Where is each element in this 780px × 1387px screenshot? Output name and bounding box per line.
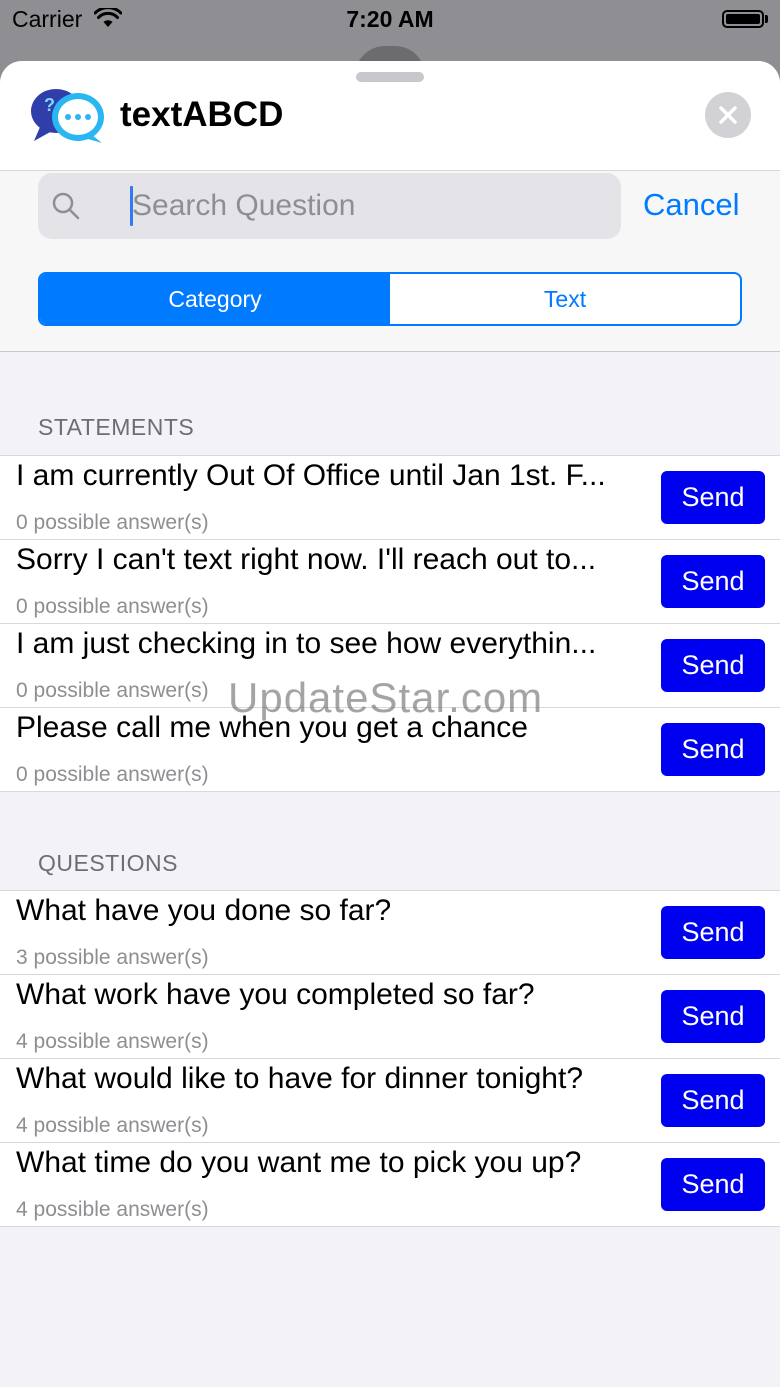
item-title: I am currently Out Of Office until Jan 1… <box>16 459 606 492</box>
list-item[interactable]: What have you done so far? 3 possible an… <box>0 891 780 975</box>
item-answer-count: 4 possible answer(s) <box>16 1198 209 1221</box>
item-title: I am just checking in to see how everyth… <box>16 627 597 660</box>
statements-list: I am currently Out Of Office until Jan 1… <box>0 455 780 792</box>
item-answer-count: 0 possible answer(s) <box>16 511 209 534</box>
search-icon <box>52 192 80 220</box>
questions-list: What have you done so far? 3 possible an… <box>0 890 780 1227</box>
cancel-button[interactable]: Cancel <box>643 187 740 223</box>
segmented-control: Category Text <box>38 272 742 326</box>
search-placeholder: Search Question <box>132 189 356 222</box>
item-answer-count: 3 possible answer(s) <box>16 946 209 969</box>
send-button[interactable]: Send <box>661 639 765 692</box>
item-answer-count: 0 possible answer(s) <box>16 763 209 786</box>
send-button[interactable]: Send <box>661 990 765 1043</box>
status-bar: Carrier 7:20 AM <box>0 0 780 40</box>
send-button[interactable]: Send <box>661 723 765 776</box>
battery-tip <box>765 15 768 23</box>
app-title: textABCD <box>120 95 284 134</box>
send-button[interactable]: Send <box>661 555 765 608</box>
search-area: Search Question Cancel Category Text <box>0 171 780 352</box>
segment-text[interactable]: Text <box>390 274 740 324</box>
close-button[interactable] <box>705 92 751 138</box>
item-title: Sorry I can't text right now. I'll reach… <box>16 543 597 576</box>
list-item[interactable]: Sorry I can't text right now. I'll reach… <box>0 540 780 624</box>
app-logo-icon: ? <box>30 87 106 143</box>
item-title: What would like to have for dinner tonig… <box>16 1062 583 1095</box>
send-button[interactable]: Send <box>661 471 765 524</box>
close-icon <box>719 106 737 124</box>
send-button[interactable]: Send <box>661 1158 765 1211</box>
section-header-statements: STATEMENTS <box>38 414 195 440</box>
status-time: 7:20 AM <box>346 6 434 32</box>
list-item[interactable]: I am currently Out Of Office until Jan 1… <box>0 456 780 540</box>
segment-category[interactable]: Category <box>40 274 390 324</box>
sheet-grabber[interactable] <box>356 72 424 82</box>
section-header-questions: QUESTIONS <box>38 850 178 876</box>
item-title: What have you done so far? <box>16 894 392 927</box>
battery-icon <box>722 10 764 28</box>
send-button[interactable]: Send <box>661 1074 765 1127</box>
list-item[interactable]: What work have you completed so far? 4 p… <box>0 975 780 1059</box>
search-input[interactable]: Search Question <box>38 173 621 239</box>
item-answer-count: 0 possible answer(s) <box>16 595 209 618</box>
send-button[interactable]: Send <box>661 906 765 959</box>
item-title: What time do you want me to pick you up? <box>16 1146 582 1179</box>
sheet-header: ? textABCD <box>0 61 780 171</box>
list-item[interactable]: What time do you want me to pick you up?… <box>0 1143 780 1226</box>
item-answer-count: 0 possible answer(s) <box>16 679 209 702</box>
list-item[interactable]: What would like to have for dinner tonig… <box>0 1059 780 1143</box>
item-answer-count: 4 possible answer(s) <box>16 1114 209 1137</box>
modal-sheet: ? textABCD Search Question Cancel Catego… <box>0 61 780 1387</box>
item-answer-count: 4 possible answer(s) <box>16 1030 209 1053</box>
watermark: UpdateStar.com <box>228 674 544 721</box>
item-title: What work have you completed so far? <box>16 978 535 1011</box>
